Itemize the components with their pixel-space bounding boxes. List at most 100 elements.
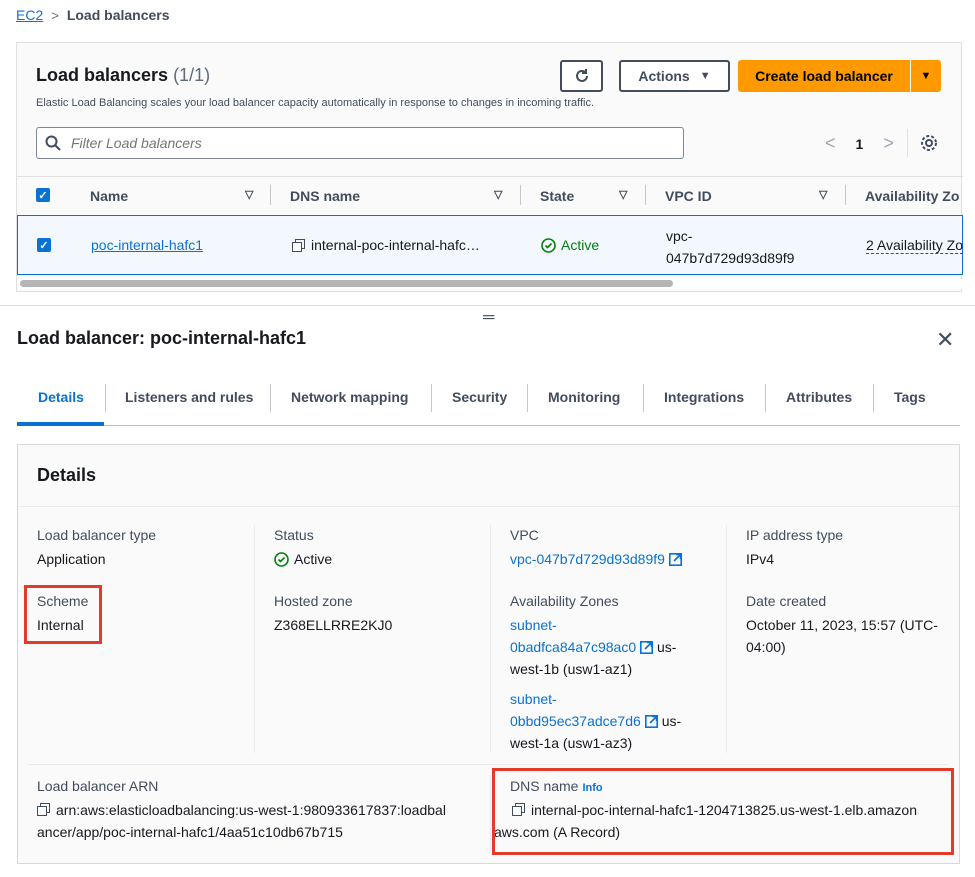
date-created-label: Date created — [746, 593, 827, 609]
page-number[interactable]: 1 — [856, 136, 864, 152]
list-title-text: Load balancers — [36, 65, 169, 85]
filter-input[interactable] — [71, 135, 651, 151]
sort-caret-icon[interactable]: ▽ — [245, 188, 253, 201]
row-az[interactable]: 2 Availability Zo — [866, 237, 964, 254]
column-header-name[interactable]: Name — [90, 188, 128, 204]
column-header-state[interactable]: State — [540, 188, 574, 204]
row-dns: internal-poc-internal-hafc… — [292, 237, 480, 253]
vpc-link[interactable]: vpc-047b7d729d93d89f9 — [510, 551, 665, 567]
arn-label: Load balancer ARN — [37, 778, 159, 794]
next-page-icon[interactable]: > — [883, 133, 894, 154]
filter-box — [36, 127, 684, 159]
create-dropdown-button[interactable]: ▼ — [911, 60, 941, 92]
az2-subnet-link[interactable]: subnet- — [510, 691, 557, 707]
tab-attributes[interactable]: Attributes — [786, 389, 852, 405]
row-dns-text: internal-poc-internal-hafc… — [311, 237, 480, 253]
arn-line2: ancer/app/poc-internal-hafc1/4aa51c10db6… — [37, 824, 343, 840]
vpc-label: VPC — [510, 527, 539, 543]
column-name-label: Name — [90, 188, 129, 204]
pagination: < 1 > — [825, 133, 894, 154]
list-title: Load balancers (1/1) — [36, 65, 210, 86]
breadcrumb: EC2 > Load balancers — [16, 7, 170, 23]
row-checkbox[interactable]: ✓ — [37, 238, 51, 252]
search-icon — [45, 135, 61, 151]
tab-listeners-and-rules[interactable]: Listeners and rules — [125, 389, 253, 405]
check-circle-icon — [541, 237, 556, 253]
sort-caret-icon[interactable]: ▽ — [819, 188, 827, 201]
az2-suffix: us- — [661, 713, 682, 729]
column-header-vpc[interactable]: VPC ID — [665, 188, 712, 204]
gear-icon[interactable] — [920, 134, 938, 152]
date-line2: 04:00) — [746, 639, 786, 655]
detail-tabs: Details Listeners and rules Network mapp… — [17, 378, 960, 426]
table-header: ✓ Name ▽ DNS name ▽ State ▽ VPC ID ▽ Ava… — [17, 176, 963, 214]
horizontal-scrollbar[interactable] — [18, 279, 962, 289]
prev-page-icon[interactable]: < — [825, 133, 836, 154]
tab-network-mapping[interactable]: Network mapping — [291, 389, 408, 405]
scrollbar-thumb[interactable] — [20, 280, 673, 287]
actions-button[interactable]: Actions ▼ — [619, 60, 730, 92]
active-tab-indicator — [17, 422, 104, 426]
column-header-dns[interactable]: DNS name — [290, 188, 360, 204]
az2-subnet-link-cont[interactable]: 0bbd95ec37adce7d6 — [510, 713, 641, 729]
date-line1: October 11, 2023, 15:57 (UTC- — [746, 617, 938, 633]
az-item-2: subnet- 0bbd95ec37adce7d6 us- west-1a (u… — [510, 688, 710, 754]
az-item-1: subnet- 0badfca84a7c98ac0 us- west-1b (u… — [510, 614, 710, 680]
lb-type-value: Application — [37, 551, 106, 567]
resize-handle-icon[interactable]: ═ — [483, 309, 494, 327]
az1-subnet-link[interactable]: subnet- — [510, 617, 557, 633]
hosted-zone-value: Z368ELLRRE2KJ0 — [274, 617, 393, 633]
ip-type-label: IP address type — [746, 527, 844, 543]
external-link-icon[interactable] — [640, 641, 654, 654]
tab-security[interactable]: Security — [452, 389, 507, 405]
tab-monitoring[interactable]: Monitoring — [548, 389, 620, 405]
vpc-value: vpc-047b7d729d93d89f9 — [510, 548, 682, 570]
tab-integrations[interactable]: Integrations — [664, 389, 744, 405]
column-header-az[interactable]: Availability Zo — [865, 188, 959, 204]
arn-value: arn:aws:elasticloadbalancing:us-west-1:9… — [37, 799, 477, 843]
copy-icon[interactable] — [292, 238, 305, 252]
check-circle-icon — [274, 551, 289, 567]
close-icon[interactable]: ✕ — [936, 327, 954, 353]
chevron-right-icon: > — [51, 7, 59, 23]
create-label: Create load balancer — [755, 68, 893, 84]
row-name-link[interactable]: poc-internal-hafc1 — [91, 237, 203, 253]
row-divider — [28, 764, 948, 765]
caret-down-icon: ▼ — [920, 70, 932, 82]
status-value: Active — [274, 548, 332, 570]
arn-line1: arn:aws:elasticloadbalancing:us-west-1:9… — [56, 802, 446, 818]
detail-title: Load balancer: poc-internal-hafc1 — [17, 328, 307, 348]
column-az-label: Availability Zo — [865, 188, 960, 204]
refresh-icon — [575, 69, 588, 82]
dns-highlight-box — [492, 768, 954, 855]
pager-divider — [907, 129, 908, 157]
column-state-label: State — [540, 188, 575, 204]
select-all-checkbox[interactable]: ✓ — [36, 188, 50, 202]
az-label: Availability Zones — [510, 593, 619, 609]
table-row[interactable]: ✓ poc-internal-hafc1 internal-poc-intern… — [17, 215, 964, 275]
column-dns-label: DNS name — [290, 188, 361, 204]
status-value-text: Active — [294, 551, 333, 567]
row-state-text: Active — [561, 237, 600, 253]
sort-caret-icon[interactable]: ▽ — [494, 188, 502, 201]
lb-type-label: Load balancer type — [37, 527, 157, 543]
load-balancers-list-panel: Load balancers (1/1) Elastic Load Balanc… — [16, 42, 964, 292]
details-header: Details — [18, 445, 959, 507]
caret-down-icon: ▼ — [699, 70, 711, 82]
tab-details[interactable]: Details — [38, 389, 84, 405]
az1-subnet-link-cont[interactable]: 0badfca84a7c98ac0 — [510, 639, 636, 655]
list-count: (1/1) — [173, 65, 211, 85]
az1-suffix: us- — [657, 639, 677, 655]
copy-icon[interactable] — [37, 803, 50, 816]
external-link-icon[interactable] — [644, 715, 658, 728]
row-vpc-line1: vpc- — [666, 228, 693, 244]
create-load-balancer-button[interactable]: Create load balancer — [738, 60, 910, 92]
breadcrumb-ec2-link[interactable]: EC2 — [16, 7, 43, 23]
scheme-highlight-box — [24, 585, 102, 644]
breadcrumb-current: Load balancers — [66, 7, 170, 23]
sort-caret-icon[interactable]: ▽ — [619, 188, 627, 201]
row-state: Active — [541, 237, 599, 253]
external-link-icon[interactable] — [668, 553, 682, 566]
tab-tags[interactable]: Tags — [894, 389, 926, 405]
refresh-button[interactable] — [560, 60, 603, 92]
